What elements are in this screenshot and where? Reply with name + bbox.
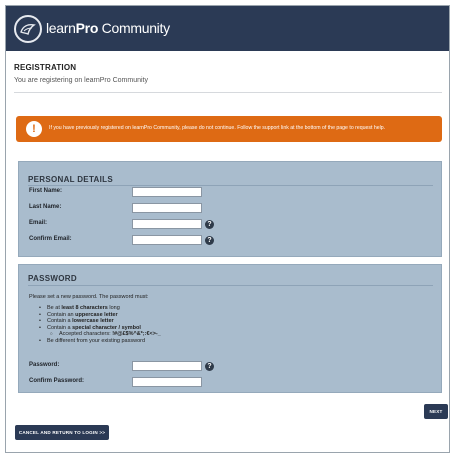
brand-community: Community [98, 20, 170, 36]
password-panel: PASSWORD Please set a new password. The … [18, 264, 442, 393]
page-subtitle: You are registering on learnPro Communit… [14, 77, 148, 84]
question-mark-icon[interactable]: ? [205, 236, 214, 245]
brand-pro: Pro [75, 20, 99, 36]
password-rule: Be at least 8 characters long [39, 305, 161, 312]
accepted-characters: Accepted characters: !#@£$%^&*;:€<>-_ [39, 331, 161, 338]
warning-alert: ! If you have previously registered on l… [16, 116, 442, 142]
password-title: PASSWORD [28, 274, 77, 283]
divider [14, 92, 442, 93]
page-title: REGISTRATION [14, 63, 77, 72]
last-name-label: Last Name: [29, 204, 62, 210]
question-mark-icon[interactable]: ? [205, 362, 214, 371]
password-label: Password: [29, 362, 60, 368]
alert-text: If you have previously registered on lea… [49, 125, 386, 131]
brand-name[interactable]: learnPro Community [46, 20, 170, 36]
confirm-email-input[interactable] [132, 235, 202, 245]
next-button[interactable]: NEXT [424, 404, 448, 419]
personal-details-panel: PERSONAL DETAILS First Name: Last Name: … [18, 161, 442, 257]
site-header: learnPro Community [6, 6, 449, 51]
question-mark-icon[interactable]: ? [205, 220, 214, 229]
personal-details-title: PERSONAL DETAILS [28, 175, 113, 184]
section-divider [28, 185, 433, 186]
first-name-label: First Name: [29, 188, 63, 194]
confirm-email-label: Confirm Email: [29, 236, 72, 242]
password-rule: Contain a lowercase letter [39, 318, 161, 325]
email-input[interactable] [132, 219, 202, 229]
brand-learn: learn [46, 20, 76, 36]
section-divider [28, 285, 433, 286]
confirm-password-input[interactable] [132, 377, 202, 387]
password-rules-list: Be at least 8 characters long Contain an… [39, 305, 161, 345]
last-name-input[interactable] [132, 203, 202, 213]
password-rule: Be different from your existing password [39, 338, 161, 345]
password-input[interactable] [132, 361, 202, 371]
page-frame: learnPro Community REGISTRATION You are … [5, 5, 450, 453]
learnpro-logo-icon[interactable] [14, 15, 42, 43]
password-rule: Contain a special character / symbol [39, 325, 161, 332]
password-rule: Contain an uppercase letter [39, 312, 161, 319]
email-label: Email: [29, 220, 48, 226]
cancel-return-to-login-button[interactable]: CANCEL AND RETURN TO LOGIN >> [15, 425, 109, 440]
first-name-input[interactable] [132, 187, 202, 197]
password-intro: Please set a new password. The password … [29, 294, 149, 300]
exclamation-icon: ! [26, 121, 42, 137]
confirm-password-label: Confirm Password: [29, 378, 85, 384]
